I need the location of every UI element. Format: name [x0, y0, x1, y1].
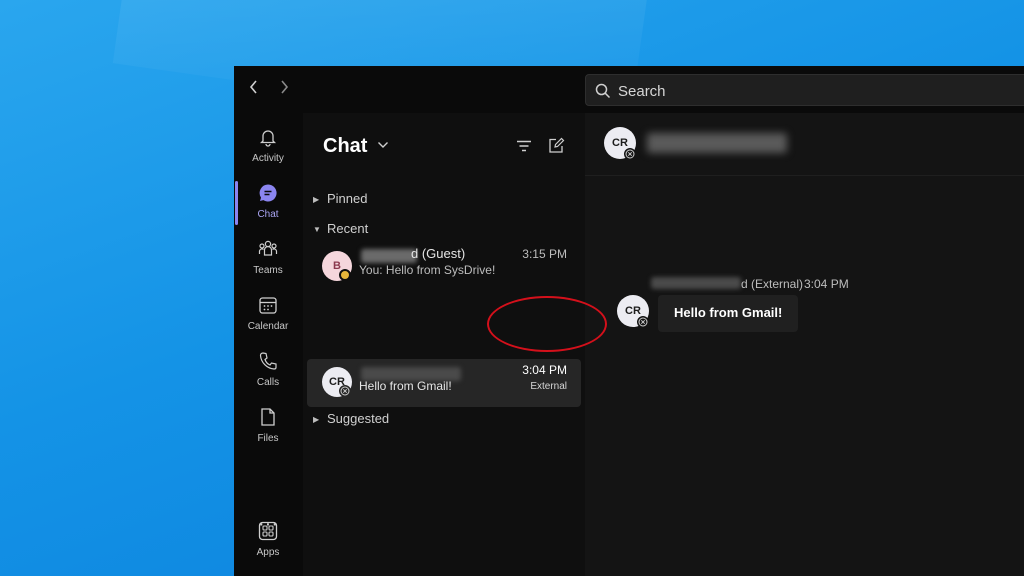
external-status-icon	[339, 385, 351, 397]
message-time: 3:04 PM	[804, 277, 849, 291]
chat-preview: You: Hello from SysDrive!	[359, 263, 496, 277]
top-bar	[234, 66, 1024, 113]
section-label: Pinned	[327, 191, 368, 206]
section-label: Recent	[327, 221, 369, 236]
conversation-header: CR	[585, 113, 1024, 176]
redacted-name	[361, 249, 417, 263]
bell-icon	[259, 130, 277, 147]
rail-activity[interactable]: Activity	[234, 121, 302, 173]
rail-apps[interactable]: Apps	[234, 515, 302, 567]
chat-icon	[259, 184, 277, 202]
redacted-sender-name	[651, 277, 741, 289]
calendar-icon	[259, 297, 277, 314]
rail-files[interactable]: Files	[234, 401, 302, 453]
rail-label: Files	[257, 433, 279, 444]
chevron-right-icon	[281, 80, 289, 94]
conversation-panel: CR CR d (External) 3:04 PM Hello from Gm…	[585, 113, 1024, 576]
chevron-down-icon[interactable]	[377, 141, 389, 149]
file-icon	[261, 408, 275, 426]
rail-label: Apps	[256, 547, 280, 558]
clock-status-icon	[339, 269, 351, 281]
message-bubble[interactable]: Hello from Gmail!	[658, 295, 798, 332]
rail-calls[interactable]: Calls	[234, 345, 302, 397]
caret-right-icon: ▶	[313, 415, 320, 425]
chat-preview: Hello from Gmail!	[359, 379, 452, 393]
rail-label: Calendar	[247, 321, 289, 332]
filter-icon[interactable]	[515, 137, 533, 155]
rail-label: Activity	[252, 153, 284, 164]
rail-label: Teams	[253, 265, 283, 276]
rail-teams[interactable]: Teams	[234, 233, 302, 285]
apps-icon	[258, 521, 278, 541]
teams-icon	[258, 240, 278, 256]
rail-label: Calls	[256, 377, 280, 388]
teams-window: Activity Chat Teams	[234, 66, 1024, 576]
section-suggested[interactable]: ▶ Suggested	[313, 411, 389, 429]
new-chat-icon[interactable]	[547, 137, 565, 155]
redacted-contact-name	[647, 133, 787, 153]
search-input[interactable]	[616, 80, 920, 102]
chat-time: 3:15 PM	[522, 247, 567, 261]
rail-chat[interactable]: Chat	[234, 177, 302, 229]
section-label: Suggested	[327, 411, 390, 426]
app-rail: Activity Chat Teams Calendar Calls Files…	[234, 113, 302, 576]
caret-right-icon: ▶	[313, 195, 320, 205]
search-icon	[595, 83, 611, 99]
chat-item-guest[interactable]: B d (Guest) You: Hello from SysDrive! 3:…	[307, 243, 581, 291]
chat-name: d (Guest)	[411, 246, 466, 261]
search-box[interactable]	[585, 74, 1024, 106]
message-sender: d (External)	[741, 277, 804, 291]
chat-list-panel: Chat ▶ Pinned ▼ Recent B d (Guest) You: He…	[303, 113, 585, 576]
chat-time: 3:04 PM	[522, 363, 567, 377]
chat-list-title: Chat	[323, 135, 368, 157]
chevron-left-icon	[249, 80, 257, 94]
external-badge: External	[530, 381, 567, 392]
external-status-icon	[624, 148, 636, 160]
chat-item-external[interactable]: CR Hello from Gmail! 3:04 PM External	[307, 359, 581, 407]
rail-calendar[interactable]: Calendar	[234, 289, 302, 341]
back-button[interactable]	[244, 78, 264, 100]
caret-down-icon: ▼	[313, 225, 321, 235]
forward-button[interactable]	[274, 78, 294, 100]
section-pinned[interactable]: ▶ Pinned	[313, 191, 367, 209]
external-status-icon	[637, 316, 649, 328]
phone-icon	[259, 352, 277, 370]
section-recent[interactable]: ▼ Recent	[313, 221, 368, 239]
rail-label: Chat	[257, 209, 279, 220]
